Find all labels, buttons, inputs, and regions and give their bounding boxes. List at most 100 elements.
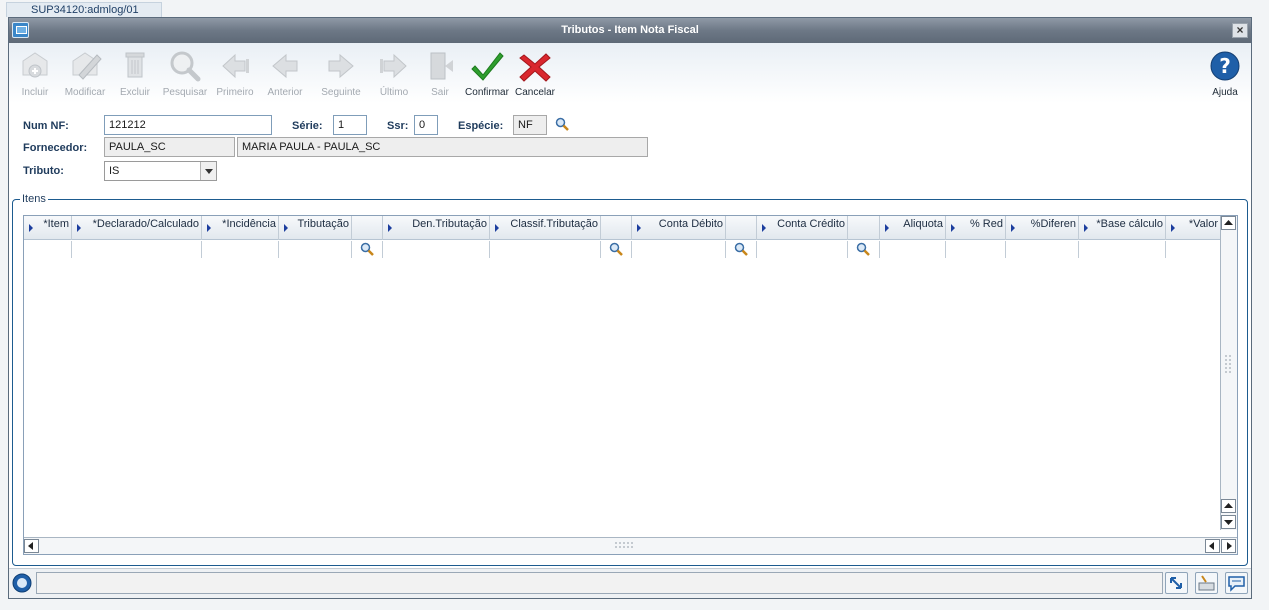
scroll-up-button[interactable]	[1221, 216, 1236, 230]
chevron-down-icon[interactable]	[200, 162, 216, 180]
help-icon: ?	[1210, 51, 1240, 81]
col-incidencia[interactable]: *Incidência	[202, 216, 279, 240]
fornecedor-code-input[interactable]: PAULA_SC	[104, 137, 235, 157]
sort-marker-icon	[29, 224, 33, 232]
col-diferen[interactable]: %Diferen	[1006, 216, 1079, 240]
incluir-button[interactable]: Incluir	[9, 47, 61, 98]
previous-arrow-icon	[272, 53, 298, 79]
col-tributacao[interactable]: Tributação	[279, 216, 352, 240]
filter-diferen-input[interactable]	[1006, 241, 1079, 258]
keyboard-button[interactable]	[1195, 572, 1218, 594]
col-conta-credito[interactable]: Conta Crédito	[757, 216, 848, 240]
scroll-up-button-lower[interactable]	[1221, 499, 1236, 513]
chat-button[interactable]	[1225, 572, 1248, 594]
ssr-input[interactable]: 0	[414, 115, 438, 135]
scroll-right-button[interactable]	[1221, 539, 1236, 553]
col-classif-lookup[interactable]	[601, 216, 632, 240]
ultimo-label: Último	[379, 87, 409, 98]
arrow-up-icon	[1224, 220, 1233, 225]
tributo-select[interactable]: IS	[104, 161, 217, 181]
especie-lookup-icon[interactable]	[555, 117, 569, 131]
cancelar-button[interactable]: Cancelar	[509, 47, 561, 98]
arrow-left-icon	[28, 542, 33, 550]
first-record-icon	[222, 53, 249, 79]
confirmar-label: Confirmar	[465, 87, 509, 98]
credito-lookup-cell[interactable]	[848, 241, 880, 258]
pesquisar-button[interactable]: Pesquisar	[159, 47, 211, 98]
tributacao-lookup-cell[interactable]	[352, 241, 383, 258]
scroll-left-button-right[interactable]	[1205, 539, 1220, 553]
search-icon[interactable]	[609, 242, 623, 256]
session-tab[interactable]: SUP34120:admlog/01	[6, 2, 162, 17]
itens-grid: *Item *Declarado/Calculado *Incidência T…	[23, 215, 1238, 555]
primeiro-label: Primeiro	[216, 87, 254, 98]
col-den-tributacao[interactable]: Den.Tributação	[383, 216, 490, 240]
sort-marker-icon	[77, 224, 81, 232]
excluir-button[interactable]: Excluir	[109, 47, 161, 98]
sort-marker-icon	[1171, 224, 1175, 232]
filter-valor-input[interactable]	[1166, 241, 1221, 258]
excluir-label: Excluir	[119, 87, 150, 98]
pesquisar-label: Pesquisar	[162, 87, 208, 98]
col-conta-debito[interactable]: Conta Débito	[632, 216, 726, 240]
filter-red-input[interactable]	[946, 241, 1006, 258]
horizontal-scrollbar[interactable]	[24, 537, 1237, 554]
col-item[interactable]: *Item	[24, 216, 72, 240]
num-nf-input[interactable]: 121212	[104, 115, 272, 135]
col-base-calculo[interactable]: *Base cálculo	[1079, 216, 1166, 240]
serie-input[interactable]: 1	[333, 115, 367, 135]
search-icon[interactable]	[856, 242, 870, 256]
arrow-down-icon	[1224, 520, 1233, 525]
filter-conta-debito-input[interactable]	[632, 241, 726, 258]
col-valor[interactable]: *Valor	[1166, 216, 1221, 240]
sort-marker-icon	[1084, 224, 1088, 232]
col-declarado-calculado[interactable]: *Declarado/Calculado	[72, 216, 202, 240]
col-tributacao-lookup[interactable]	[352, 216, 383, 240]
filter-den-tributacao-input[interactable]	[383, 241, 490, 258]
sort-marker-icon	[207, 224, 211, 232]
col-credito-lookup[interactable]	[848, 216, 880, 240]
search-icon[interactable]	[734, 242, 748, 256]
modificar-label: Modificar	[64, 87, 106, 98]
col-aliquota[interactable]: Aliquota	[880, 216, 946, 240]
zoom-button[interactable]	[1165, 572, 1188, 594]
filter-tributacao-input[interactable]	[279, 241, 352, 258]
search-icon[interactable]	[360, 242, 374, 256]
filter-item-input[interactable]	[24, 241, 72, 258]
filter-conta-credito-input[interactable]	[757, 241, 848, 258]
scroll-left-button[interactable]	[24, 539, 39, 553]
filter-declarado-input[interactable]	[72, 241, 202, 258]
sort-marker-icon	[1011, 224, 1015, 232]
col-debito-lookup[interactable]	[726, 216, 757, 240]
modificar-button[interactable]: Modificar	[59, 47, 111, 98]
close-button[interactable]: ×	[1232, 23, 1248, 38]
ajuda-button[interactable]: ? Ajuda	[1199, 47, 1251, 98]
cancel-x-icon	[519, 53, 551, 82]
scroll-down-button[interactable]	[1221, 515, 1236, 529]
status-app-icon[interactable]	[12, 573, 32, 593]
seguinte-button[interactable]: Seguinte	[315, 47, 367, 98]
primeiro-button[interactable]: Primeiro	[209, 47, 261, 98]
exit-door-icon	[430, 52, 453, 80]
grip-icon[interactable]	[1224, 354, 1234, 374]
tributo-selected-value: IS	[109, 165, 120, 177]
col-classif-tributacao[interactable]: Classif.Tributação	[490, 216, 601, 240]
debito-lookup-cell[interactable]	[726, 241, 757, 258]
classif-lookup-cell[interactable]	[601, 241, 632, 258]
ssr-label: Ssr:	[387, 120, 409, 132]
sair-button[interactable]: Sair	[414, 47, 466, 98]
confirmar-button[interactable]: Confirmar	[461, 47, 513, 98]
filter-aliquota-input[interactable]	[880, 241, 946, 258]
especie-input[interactable]: NF	[513, 115, 547, 135]
sair-label: Sair	[431, 87, 449, 98]
grip-icon[interactable]	[614, 541, 634, 551]
col-red[interactable]: % Red	[946, 216, 1006, 240]
app-window-icon[interactable]	[12, 22, 29, 38]
filter-incidencia-input[interactable]	[202, 241, 279, 258]
ultimo-button[interactable]: Último	[368, 47, 420, 98]
vertical-scrollbar[interactable]	[1220, 216, 1237, 530]
anterior-button[interactable]: Anterior	[259, 47, 311, 98]
incluir-label: Incluir	[21, 87, 49, 98]
filter-classif-input[interactable]	[490, 241, 601, 258]
filter-base-calculo-input[interactable]	[1079, 241, 1166, 258]
